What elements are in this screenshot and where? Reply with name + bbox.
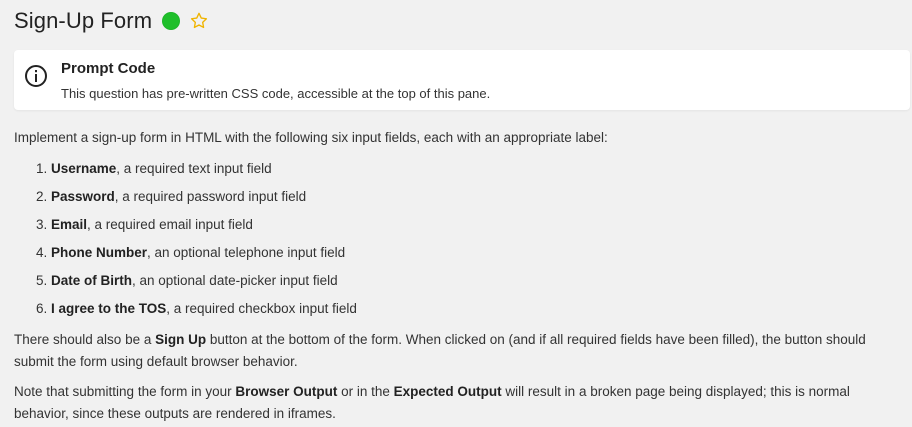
list-item: Password, a required password input fiel… (51, 183, 898, 211)
field-name: Username (51, 161, 117, 176)
info-icon (24, 64, 48, 88)
sign-up-paragraph: There should also be a Sign Up button at… (14, 332, 866, 369)
field-name: Password (51, 189, 115, 204)
field-desc: , a required email input field (87, 217, 253, 232)
field-list: Username, a required text input field Pa… (14, 155, 898, 323)
field-desc: , an optional date-picker input field (132, 273, 338, 288)
field-desc: , an optional telephone input field (147, 245, 346, 260)
field-name: Date of Birth (51, 273, 132, 288)
prompt-code-text: This question has pre-written CSS code, … (61, 86, 491, 101)
intro-paragraph: Implement a sign-up form in HTML with th… (14, 130, 608, 145)
field-name: Email (51, 217, 88, 232)
field-name: I agree to the TOS (51, 301, 167, 316)
prompt-code-card: Prompt Code This question has pre-writte… (14, 50, 910, 110)
list-item: Username, a required text input field (51, 155, 898, 183)
field-desc: , a required password input field (114, 189, 307, 204)
list-item: Date of Birth, an optional date-picker i… (51, 267, 898, 295)
field-desc: , a required text input field (116, 161, 272, 176)
field-desc: , a required checkbox input field (166, 301, 357, 316)
list-item: Phone Number, an optional telephone inpu… (51, 239, 898, 267)
status-dot-icon (162, 12, 181, 30)
question-description: Implement a sign-up form in HTML with th… (14, 127, 898, 425)
field-name: Phone Number (51, 245, 148, 260)
prompt-code-title: Prompt Code (61, 60, 156, 77)
star-outline-icon[interactable] (189, 11, 209, 31)
note-paragraph: Note that submitting the form in your Br… (14, 384, 850, 421)
list-item: I agree to the TOS, a required checkbox … (51, 295, 898, 323)
page-title: Sign-Up Form (14, 8, 153, 33)
page-header: Sign-Up Form (14, 6, 209, 36)
list-item: Email, a required email input field (51, 211, 898, 239)
